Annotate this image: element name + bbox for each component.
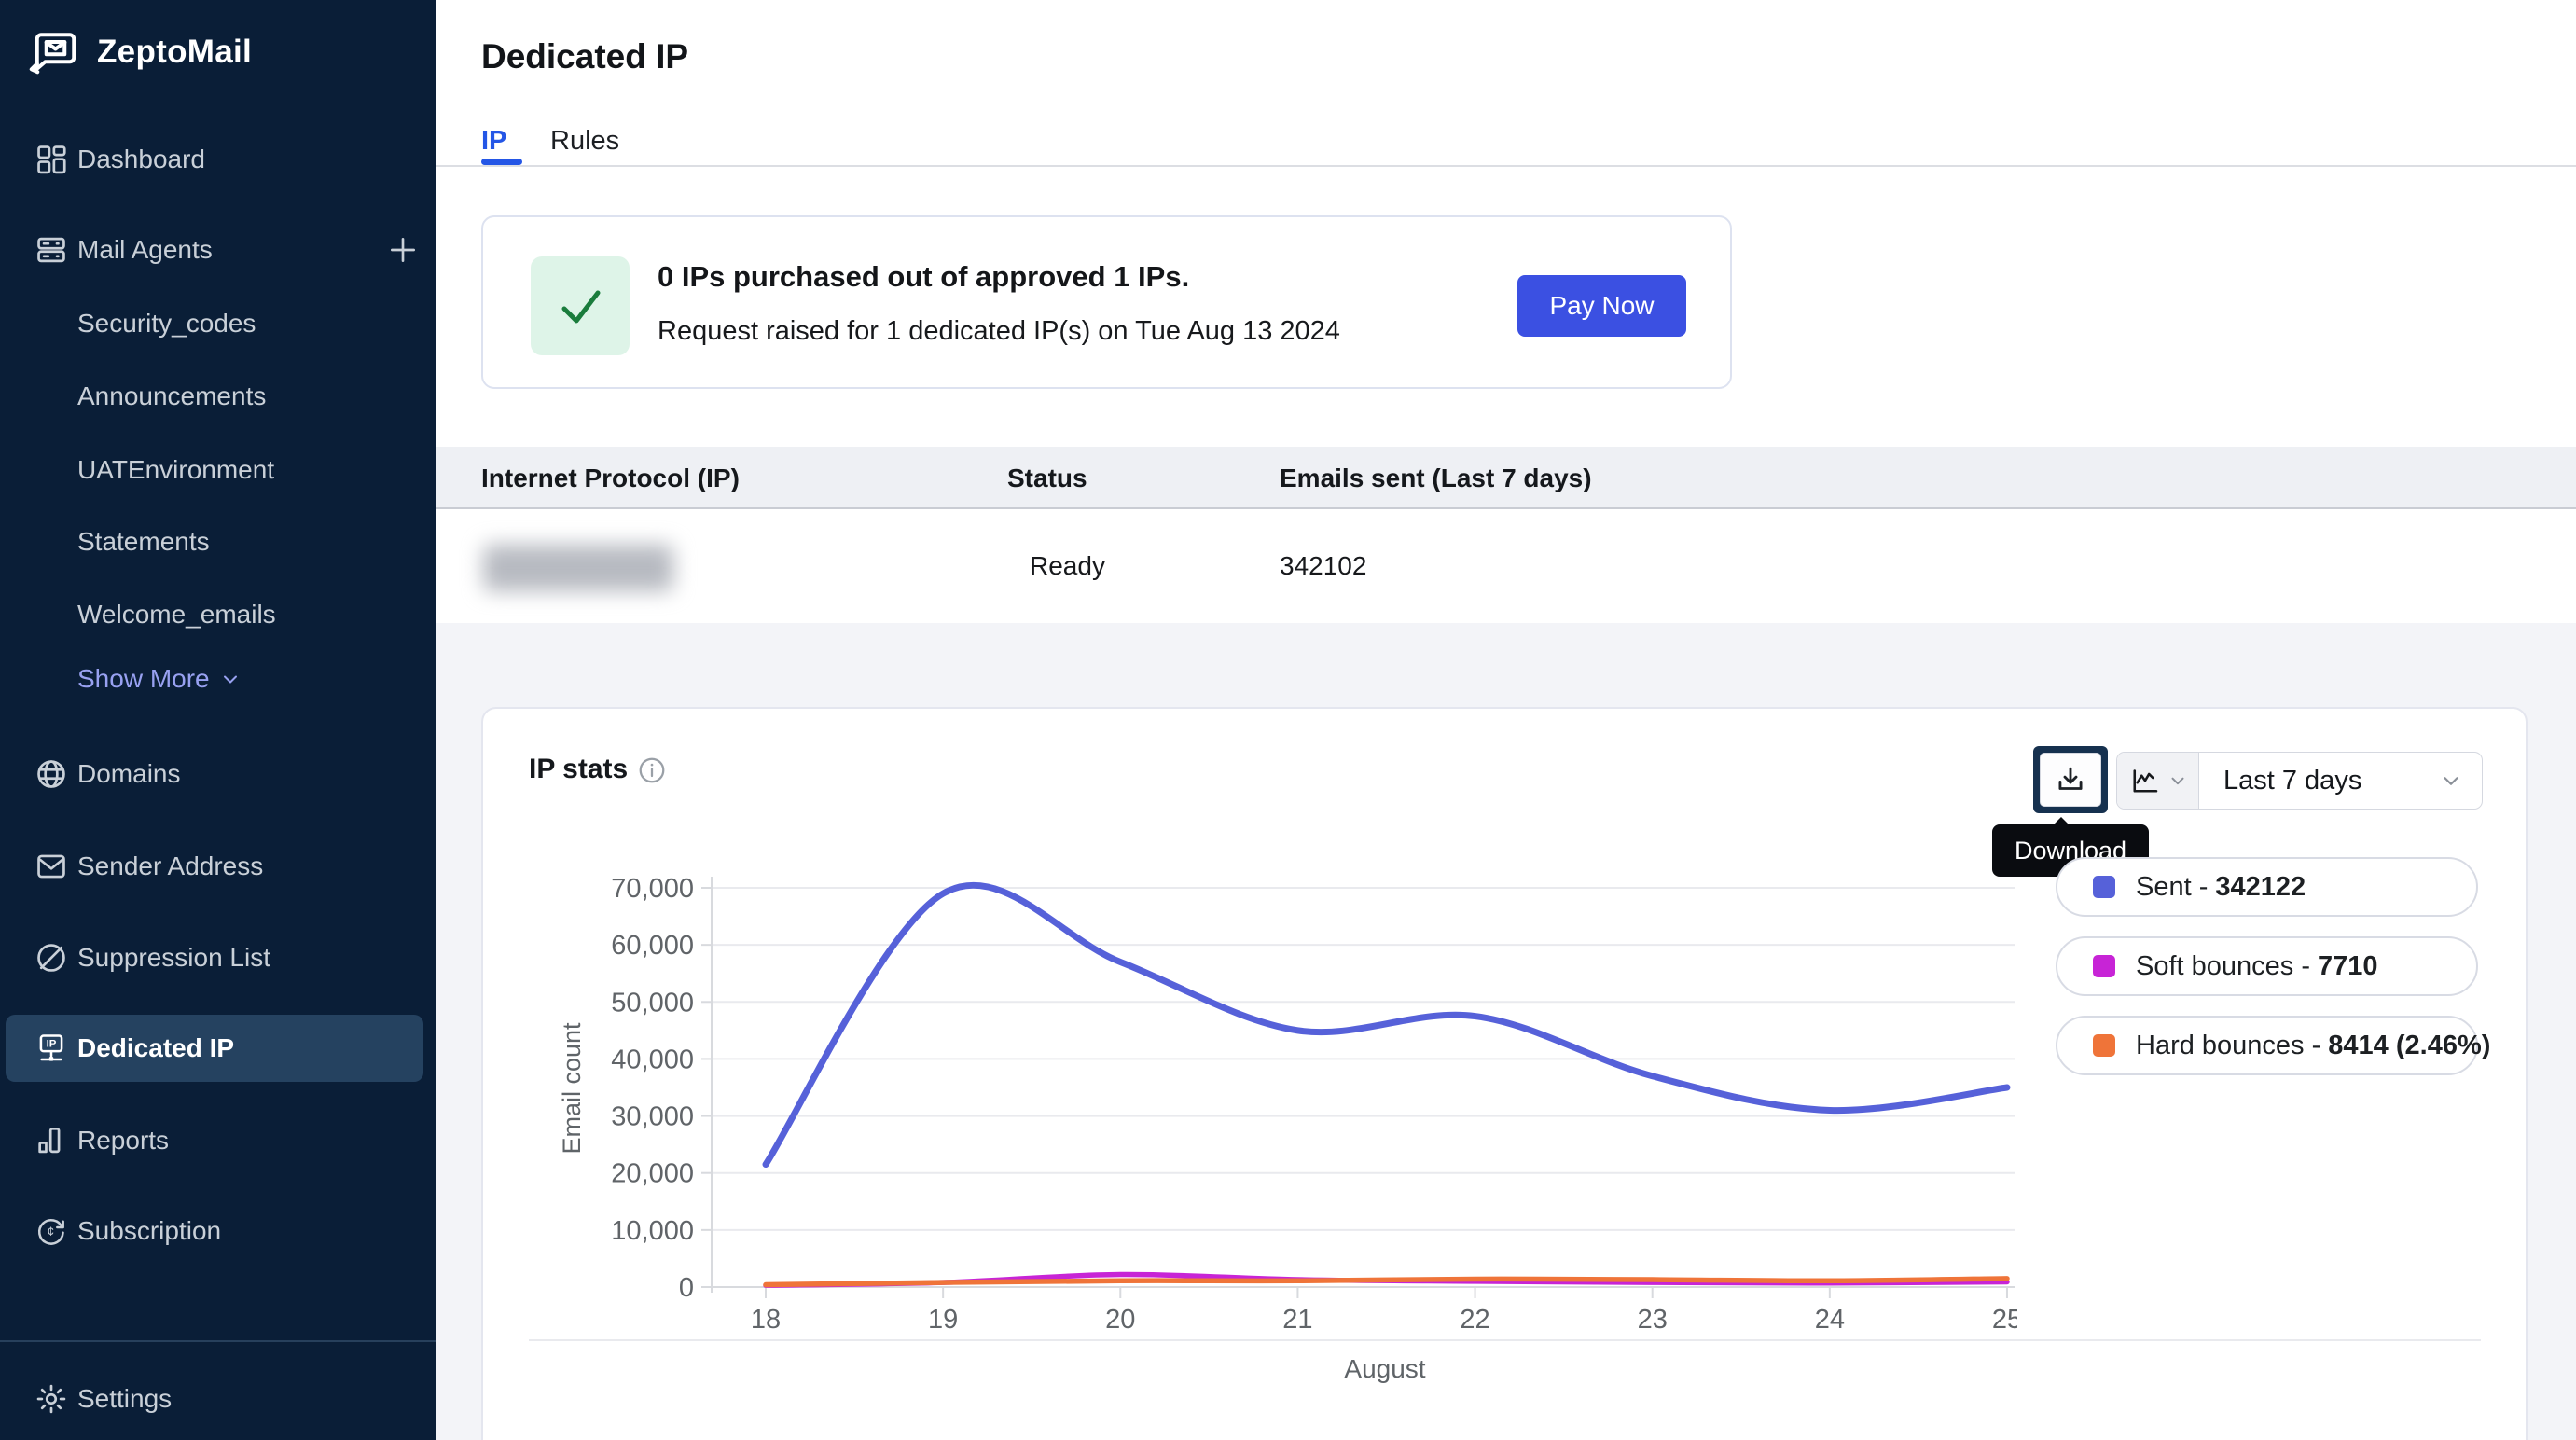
- sidebar-item-mail-agents[interactable]: Mail Agents: [0, 229, 436, 270]
- mail-agents-icon: [34, 232, 69, 268]
- chevron-down-icon: [219, 668, 242, 690]
- legend-label: Hard bounces -: [2136, 1031, 2320, 1061]
- chevron-down-icon: [2167, 770, 2188, 791]
- pay-now-button[interactable]: Pay Now: [1517, 275, 1686, 337]
- sidebar-item-sender-address[interactable]: Sender Address: [0, 846, 436, 887]
- notice-subtitle: Request raised for 1 dedicated IP(s) on …: [658, 316, 1340, 347]
- sidebar-item-dedicated-ip[interactable]: IP Dedicated IP: [0, 1028, 436, 1069]
- column-header-emails-sent: Emails sent (Last 7 days): [1280, 447, 1592, 509]
- purchase-notice-card: 0 IPs purchased out of approved 1 IPs. R…: [481, 215, 1732, 389]
- date-range-value: Last 7 days: [2223, 766, 2361, 796]
- legend-label: Sent -: [2136, 872, 2208, 903]
- table-row[interactable]: Ready 342102: [436, 509, 2576, 623]
- legend-item-sent[interactable]: Sent - 342122: [2056, 857, 2478, 917]
- sidebar-item-statements[interactable]: Statements: [77, 523, 210, 561]
- sidebar-item-label: Subscription: [77, 1216, 221, 1246]
- column-header-ip: Internet Protocol (IP): [481, 447, 740, 509]
- tab-rules[interactable]: Rules: [550, 123, 619, 159]
- tabs-divider: [436, 165, 2576, 167]
- status-cell: Ready: [1030, 509, 1105, 623]
- sidebar-item-label: Dashboard: [77, 145, 205, 174]
- download-button[interactable]: [2033, 746, 2108, 813]
- gear-icon: [34, 1381, 69, 1417]
- legend-item-soft-bounces[interactable]: Soft bounces - 7710: [2056, 936, 2478, 996]
- sidebar: ZeptoMail Dashboard Mail Agents Security…: [0, 0, 436, 1440]
- subscription-icon: ¢: [34, 1213, 69, 1249]
- svg-text:IP: IP: [47, 1039, 57, 1050]
- sidebar-item-label: Domains: [77, 759, 180, 789]
- success-check-badge: [531, 256, 630, 355]
- sidebar-item-label: Reports: [77, 1126, 169, 1156]
- active-tab-underline: [481, 159, 522, 165]
- sidebar-item-label: Settings: [77, 1384, 172, 1414]
- reports-icon: [34, 1123, 69, 1158]
- dashboard-icon: [34, 142, 69, 177]
- ip-stats-title: IP stats: [529, 754, 628, 785]
- sidebar-item-announcements[interactable]: Announcements: [77, 378, 266, 415]
- add-mail-agent-icon[interactable]: [384, 231, 422, 269]
- sidebar-divider: [0, 1340, 436, 1342]
- date-range-select[interactable]: Last 7 days: [2199, 753, 2484, 809]
- info-icon[interactable]: [637, 755, 667, 785]
- sidebar-item-label: Sender Address: [77, 852, 263, 881]
- checkmark-icon: [547, 273, 613, 339]
- page: ZeptoMail Dashboard Mail Agents Security…: [0, 0, 2576, 1440]
- svg-text:¢: ¢: [48, 1225, 54, 1239]
- download-button-face: [2040, 753, 2101, 807]
- zeptomail-logo-icon: [26, 24, 82, 80]
- y-axis-title: Email count: [558, 944, 589, 1233]
- sidebar-item-uatenvironment[interactable]: UATEnvironment: [77, 451, 274, 489]
- hard-bounces-swatch: [2093, 1034, 2115, 1057]
- envelope-icon: [34, 849, 69, 884]
- sidebar-item-security-codes[interactable]: Security_codes: [77, 305, 256, 342]
- line-chart-icon: [2128, 764, 2162, 797]
- page-title: Dedicated IP: [481, 37, 688, 76]
- sent-swatch: [2093, 876, 2115, 898]
- notice-title: 0 IPs purchased out of approved 1 IPs.: [658, 260, 1189, 294]
- sidebar-item-subscription[interactable]: ¢ Subscription: [0, 1211, 436, 1252]
- dedicated-ip-icon: IP: [34, 1031, 69, 1066]
- sidebar-item-suppression-list[interactable]: Suppression List: [0, 937, 436, 978]
- sidebar-item-dashboard[interactable]: Dashboard: [0, 139, 436, 180]
- ip-table-header: Internet Protocol (IP) Status Emails sen…: [436, 447, 2576, 509]
- sidebar-item-label: Mail Agents: [77, 235, 213, 265]
- sidebar-item-label: Dedicated IP: [77, 1033, 234, 1063]
- legend-item-hard-bounces[interactable]: Hard bounces - 8414 (2.46%): [2056, 1016, 2478, 1075]
- brand[interactable]: ZeptoMail: [26, 24, 252, 80]
- sidebar-show-more[interactable]: Show More: [77, 660, 242, 698]
- soft-bounces-swatch: [2093, 955, 2115, 977]
- tab-ip[interactable]: IP: [481, 123, 506, 159]
- ip-redacted-value: [483, 545, 673, 591]
- legend-value: 7710: [2318, 951, 2378, 982]
- legend-value: 8414 (2.46%): [2328, 1031, 2490, 1061]
- suppression-icon: [34, 940, 69, 976]
- sidebar-item-domains[interactable]: Domains: [0, 754, 436, 795]
- domains-icon: [34, 756, 69, 792]
- show-more-label: Show More: [77, 664, 210, 694]
- emails-sent-cell: 342102: [1280, 509, 1366, 623]
- sidebar-item-welcome-emails[interactable]: Welcome_emails: [77, 596, 276, 633]
- chart-type-button[interactable]: [2117, 753, 2199, 809]
- sidebar-item-settings[interactable]: Settings: [0, 1378, 436, 1419]
- download-icon: [2053, 762, 2088, 797]
- brand-name: ZeptoMail: [97, 34, 252, 71]
- chart-controls-group: Last 7 days: [2116, 752, 2483, 810]
- x-axis-title: August: [1292, 1354, 1478, 1384]
- sidebar-item-reports[interactable]: Reports: [0, 1120, 436, 1161]
- column-header-status: Status: [1007, 447, 1087, 509]
- legend-value: 342122: [2215, 872, 2306, 903]
- legend-label: Soft bounces -: [2136, 951, 2310, 982]
- chevron-down-icon: [2439, 768, 2463, 793]
- sidebar-item-label: Suppression List: [77, 943, 270, 973]
